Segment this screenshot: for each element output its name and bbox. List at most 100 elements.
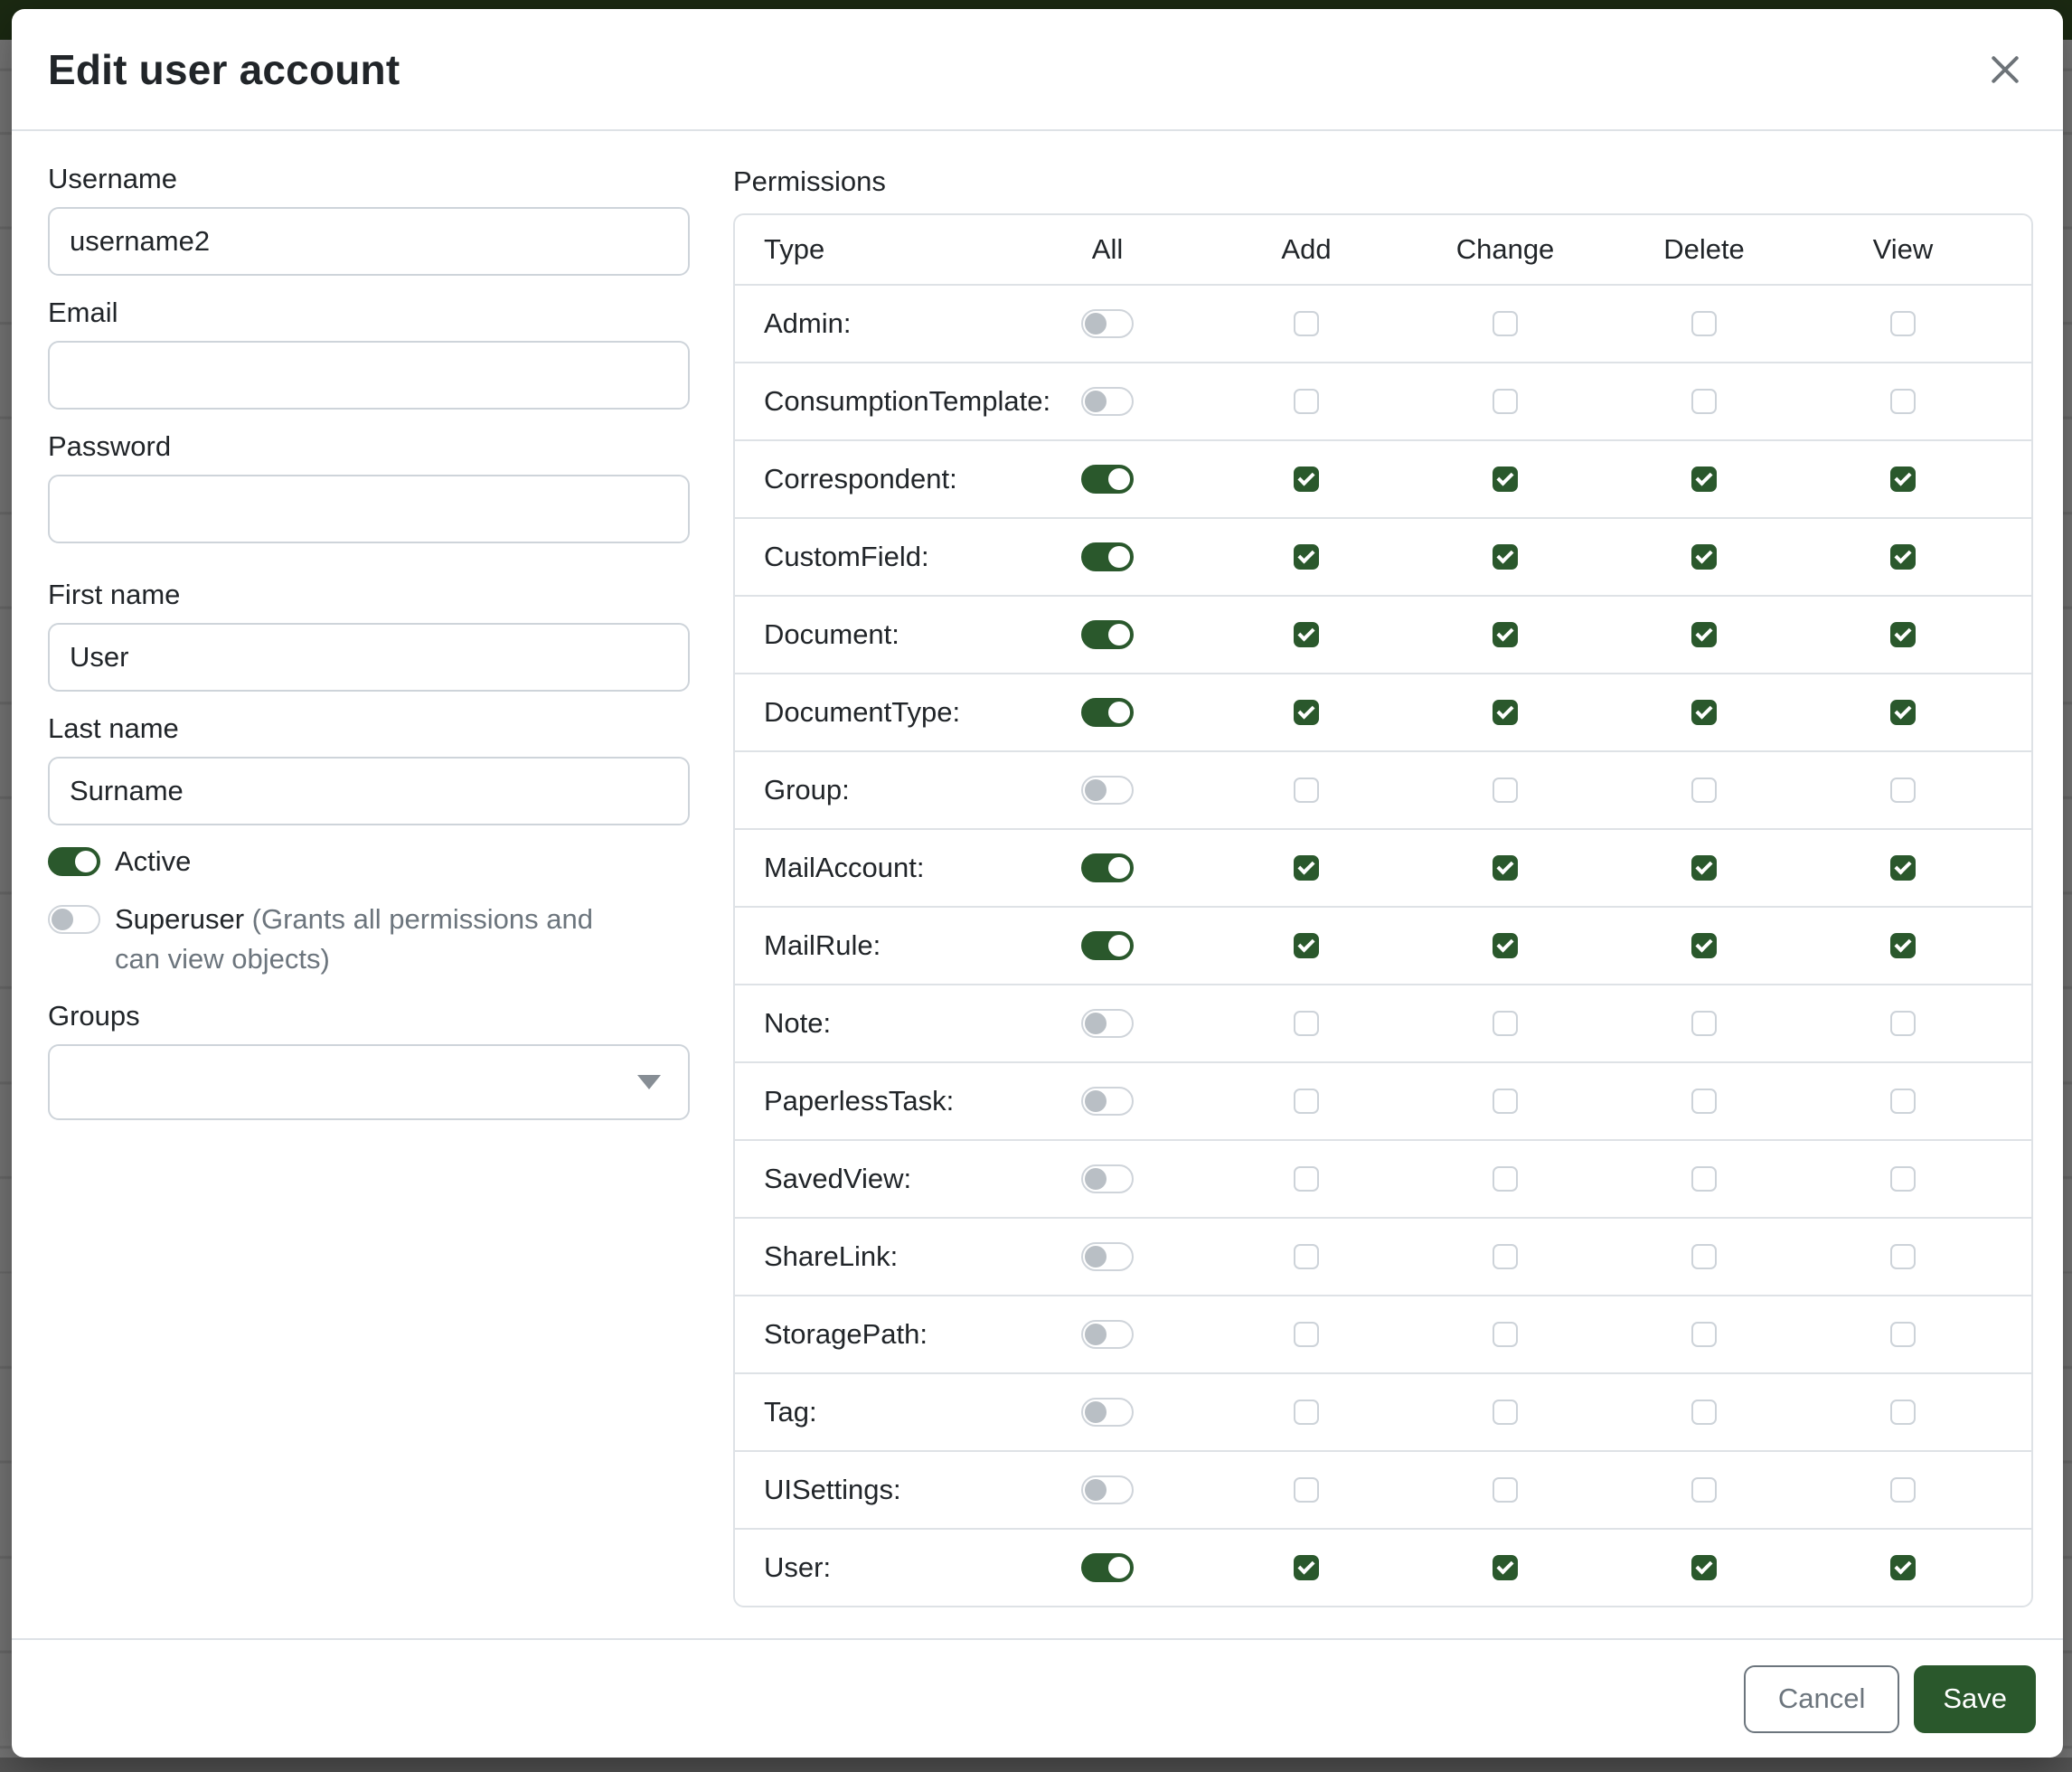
modal-body: Username Email Password First name Last … <box>12 131 2063 1638</box>
permission-add-checkbox[interactable] <box>1294 1477 1319 1503</box>
permission-add-checkbox[interactable] <box>1294 778 1319 803</box>
permission-view-checkbox[interactable] <box>1890 467 1916 492</box>
permission-view-checkbox[interactable] <box>1890 700 1916 725</box>
permission-delete-checkbox[interactable] <box>1691 1477 1717 1503</box>
permission-view-checkbox[interactable] <box>1890 1011 1916 1036</box>
password-field[interactable] <box>48 475 690 543</box>
permission-change-checkbox[interactable] <box>1493 1011 1518 1036</box>
permission-view-checkbox[interactable] <box>1890 1400 1916 1425</box>
permission-change-checkbox[interactable] <box>1493 933 1518 958</box>
permission-all-toggle[interactable] <box>1081 1398 1134 1427</box>
permission-view-checkbox[interactable] <box>1890 1477 1916 1503</box>
permission-all-toggle[interactable] <box>1081 776 1134 805</box>
close-button[interactable] <box>1980 44 2030 95</box>
permission-change-checkbox[interactable] <box>1493 544 1518 570</box>
permission-delete-checkbox[interactable] <box>1691 311 1717 336</box>
permission-all-toggle[interactable] <box>1081 1320 1134 1349</box>
permission-change-checkbox[interactable] <box>1493 1089 1518 1114</box>
permission-type-label: Group: <box>764 774 1008 806</box>
permission-delete-checkbox[interactable] <box>1691 1322 1717 1347</box>
permission-view-checkbox[interactable] <box>1890 311 1916 336</box>
permission-all-toggle[interactable] <box>1081 309 1134 338</box>
last-name-field[interactable] <box>48 757 690 825</box>
permission-change-checkbox[interactable] <box>1493 311 1518 336</box>
active-toggle[interactable] <box>48 847 100 876</box>
permission-delete-checkbox[interactable] <box>1691 855 1717 881</box>
permission-view-checkbox[interactable] <box>1890 778 1916 803</box>
permission-change-checkbox[interactable] <box>1493 778 1518 803</box>
permission-add-checkbox[interactable] <box>1294 467 1319 492</box>
permission-view-checkbox[interactable] <box>1890 1089 1916 1114</box>
permission-delete-checkbox[interactable] <box>1691 1555 1717 1580</box>
permission-add-checkbox[interactable] <box>1294 544 1319 570</box>
permission-all-toggle[interactable] <box>1081 1087 1134 1116</box>
permission-delete-checkbox[interactable] <box>1691 700 1717 725</box>
permission-delete-checkbox[interactable] <box>1691 1400 1717 1425</box>
permission-delete-checkbox[interactable] <box>1691 1011 1717 1036</box>
permission-view-checkbox[interactable] <box>1890 1555 1916 1580</box>
permission-all-toggle[interactable] <box>1081 1553 1134 1582</box>
permission-add-checkbox[interactable] <box>1294 311 1319 336</box>
permission-view-checkbox[interactable] <box>1890 855 1916 881</box>
permission-delete-checkbox[interactable] <box>1691 622 1717 647</box>
permission-add-checkbox[interactable] <box>1294 1244 1319 1269</box>
permission-change-checkbox[interactable] <box>1493 700 1518 725</box>
permission-add-checkbox[interactable] <box>1294 700 1319 725</box>
permission-add-checkbox[interactable] <box>1294 1011 1319 1036</box>
permission-view-checkbox[interactable] <box>1890 1322 1916 1347</box>
permission-all-toggle[interactable] <box>1081 1475 1134 1504</box>
permission-change-checkbox[interactable] <box>1493 1166 1518 1192</box>
superuser-label-block: Superuser (Grants all permissions and ca… <box>115 900 635 979</box>
permission-add-checkbox[interactable] <box>1294 1322 1319 1347</box>
permission-add-checkbox[interactable] <box>1294 389 1319 414</box>
permission-view-checkbox[interactable] <box>1890 389 1916 414</box>
permission-change-checkbox[interactable] <box>1493 467 1518 492</box>
permission-all-toggle[interactable] <box>1081 698 1134 727</box>
permission-view-checkbox[interactable] <box>1890 1166 1916 1192</box>
permission-all-toggle[interactable] <box>1081 465 1134 494</box>
permission-delete-checkbox[interactable] <box>1691 467 1717 492</box>
permission-add-checkbox[interactable] <box>1294 1089 1319 1114</box>
save-button[interactable]: Save <box>1914 1665 2036 1733</box>
permission-change-checkbox[interactable] <box>1493 1477 1518 1503</box>
permission-all-toggle[interactable] <box>1081 387 1134 416</box>
permission-change-checkbox[interactable] <box>1493 855 1518 881</box>
permission-change-checkbox[interactable] <box>1493 389 1518 414</box>
permission-add-checkbox[interactable] <box>1294 622 1319 647</box>
permission-all-toggle[interactable] <box>1081 620 1134 649</box>
permission-delete-checkbox[interactable] <box>1691 1089 1717 1114</box>
permission-view-checkbox[interactable] <box>1890 544 1916 570</box>
groups-select[interactable] <box>48 1044 690 1120</box>
permission-change-checkbox[interactable] <box>1493 1322 1518 1347</box>
permission-delete-checkbox[interactable] <box>1691 933 1717 958</box>
permission-change-checkbox[interactable] <box>1493 1555 1518 1580</box>
username-input[interactable] <box>48 207 690 276</box>
permission-change-checkbox[interactable] <box>1493 1400 1518 1425</box>
permission-delete-checkbox[interactable] <box>1691 1166 1717 1192</box>
permission-change-checkbox[interactable] <box>1493 622 1518 647</box>
first-name-field[interactable] <box>48 623 690 692</box>
permission-all-toggle[interactable] <box>1081 931 1134 960</box>
permission-all-toggle[interactable] <box>1081 1242 1134 1271</box>
permission-add-checkbox[interactable] <box>1294 855 1319 881</box>
permission-delete-checkbox[interactable] <box>1691 389 1717 414</box>
superuser-toggle[interactable] <box>48 905 100 934</box>
cancel-button[interactable]: Cancel <box>1744 1665 1900 1733</box>
permission-add-checkbox[interactable] <box>1294 1166 1319 1192</box>
permissions-rows: Admin: ConsumptionTemplate: Corresponden… <box>735 284 2031 1606</box>
permission-all-toggle[interactable] <box>1081 1164 1134 1193</box>
permission-all-toggle[interactable] <box>1081 853 1134 882</box>
permission-delete-checkbox[interactable] <box>1691 1244 1717 1269</box>
permission-add-checkbox[interactable] <box>1294 933 1319 958</box>
permission-all-toggle[interactable] <box>1081 542 1134 571</box>
permission-view-checkbox[interactable] <box>1890 1244 1916 1269</box>
email-field[interactable] <box>48 341 690 410</box>
permission-add-checkbox[interactable] <box>1294 1400 1319 1425</box>
permission-all-toggle[interactable] <box>1081 1009 1134 1038</box>
permission-view-checkbox[interactable] <box>1890 622 1916 647</box>
permission-change-checkbox[interactable] <box>1493 1244 1518 1269</box>
permission-view-checkbox[interactable] <box>1890 933 1916 958</box>
permission-add-checkbox[interactable] <box>1294 1555 1319 1580</box>
permission-delete-checkbox[interactable] <box>1691 544 1717 570</box>
permission-delete-checkbox[interactable] <box>1691 778 1717 803</box>
